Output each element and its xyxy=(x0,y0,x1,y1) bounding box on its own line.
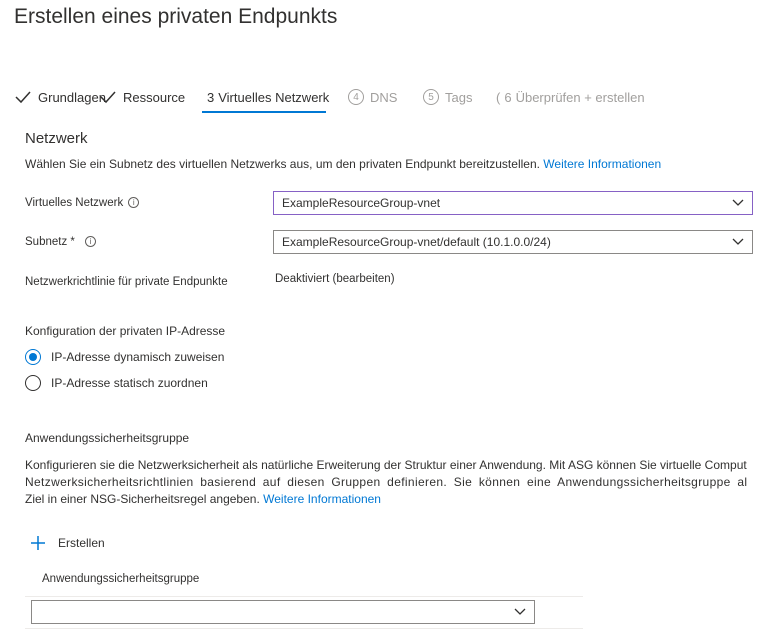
tab-label: Ressource xyxy=(123,89,186,105)
ip-config-heading: Konfiguration der privaten IP-Adresse xyxy=(25,324,226,338)
vnet-select[interactable]: ExampleResourceGroup-vnet xyxy=(273,191,753,215)
tab-number: 6 xyxy=(504,89,512,105)
chevron-down-icon xyxy=(732,199,744,206)
plus-icon xyxy=(31,536,45,550)
network-heading: Netzwerk xyxy=(25,130,88,147)
info-icon[interactable]: i xyxy=(128,197,140,209)
tab-paren: ( xyxy=(496,89,501,105)
checkmark-icon xyxy=(100,91,116,104)
chevron-down-icon xyxy=(514,608,526,615)
page-title: Erstellen eines privaten Endpunkts xyxy=(14,5,338,28)
vnet-label-text: Virtuelles Netzwerk xyxy=(25,197,124,209)
row-divider xyxy=(25,596,583,597)
asg-select[interactable] xyxy=(31,600,535,624)
tab-number: 3 xyxy=(207,89,215,105)
subnet-label: Subnetz * i xyxy=(25,236,96,248)
info-icon[interactable]: i xyxy=(84,236,96,248)
step-number-icon: 5 xyxy=(423,89,439,105)
subnet-label-text: Subnetz * xyxy=(25,236,75,248)
radio-unselected-icon xyxy=(25,375,41,391)
vnet-select-value: ExampleResourceGroup-vnet xyxy=(282,196,441,210)
radio-selected-icon xyxy=(25,349,41,365)
asg-description-text: Ziel in einer NSG-Sicherheitsregel angeb… xyxy=(25,492,260,506)
wizard-tabs: Grundlagen Ressource 3 Virtuelles Netzwe… xyxy=(0,85,760,115)
policy-edit-link[interactable]: Deaktiviert (bearbeiten) xyxy=(275,273,395,285)
vnet-label: Virtuelles Netzwerk i xyxy=(25,197,140,209)
radio-label: IP-Adresse statisch zuordnen xyxy=(51,376,208,390)
network-description-text: Wählen Sie ein Subnetz des virtuellen Ne… xyxy=(25,157,540,171)
active-tab-indicator xyxy=(202,111,326,113)
chevron-down-icon xyxy=(732,238,744,245)
tab-grundlagen[interactable]: Grundlagen xyxy=(14,85,106,109)
tab-ressource[interactable]: Ressource xyxy=(99,85,185,109)
tab-virtuelles-netzwerk[interactable]: 3 Virtuelles Netzwerk xyxy=(207,85,329,109)
radio-ip-dynamic[interactable]: IP-Adresse dynamisch zuweisen xyxy=(25,349,224,365)
tab-label: Grundlagen xyxy=(38,89,106,105)
create-label: Erstellen xyxy=(58,536,105,550)
network-description: Wählen Sie ein Subnetz des virtuellen Ne… xyxy=(25,157,661,171)
tab-ueberpruefen-erstellen[interactable]: ( 6 Überprüfen + erstellen xyxy=(496,85,645,109)
policy-label: Netzwerkrichtlinie für private Endpunkte xyxy=(25,276,228,288)
tab-label: Virtuelles Netzwerk xyxy=(218,89,330,105)
radio-label: IP-Adresse dynamisch zuweisen xyxy=(51,350,225,364)
asg-description-line: Ziel in einer NSG-Sicherheitsregel angeb… xyxy=(25,491,760,508)
asg-description-line: Netzwerksicherheitsrichtlinien basierend… xyxy=(25,475,748,489)
tab-label: Überprüfen + erstellen xyxy=(515,89,645,105)
asg-description-line: Konfigurieren sie die Netzwerksicherheit… xyxy=(25,458,747,472)
learn-more-link[interactable]: Weitere Informationen xyxy=(263,492,381,506)
asg-description: Konfigurieren sie die Netzwerksicherheit… xyxy=(25,457,760,508)
asg-column-header: Anwendungssicherheitsgruppe xyxy=(42,573,200,585)
checkmark-icon xyxy=(15,91,31,104)
row-divider xyxy=(25,628,583,629)
radio-ip-static[interactable]: IP-Adresse statisch zuordnen xyxy=(25,375,208,391)
create-asg-button[interactable]: Erstellen xyxy=(30,535,105,551)
tab-tags[interactable]: 5 Tags xyxy=(423,85,472,109)
tab-label: DNS xyxy=(370,89,398,105)
asg-heading: Anwendungssicherheitsgruppe xyxy=(25,431,190,445)
subnet-select[interactable]: ExampleResourceGroup-vnet/default (10.1.… xyxy=(273,230,753,254)
tab-dns[interactable]: 4 DNS xyxy=(348,85,397,109)
learn-more-link[interactable]: Weitere Informationen xyxy=(543,157,661,171)
tab-label: Tags xyxy=(445,89,473,105)
step-number-icon: 4 xyxy=(348,89,364,105)
subnet-select-value: ExampleResourceGroup-vnet/default (10.1.… xyxy=(282,235,551,249)
